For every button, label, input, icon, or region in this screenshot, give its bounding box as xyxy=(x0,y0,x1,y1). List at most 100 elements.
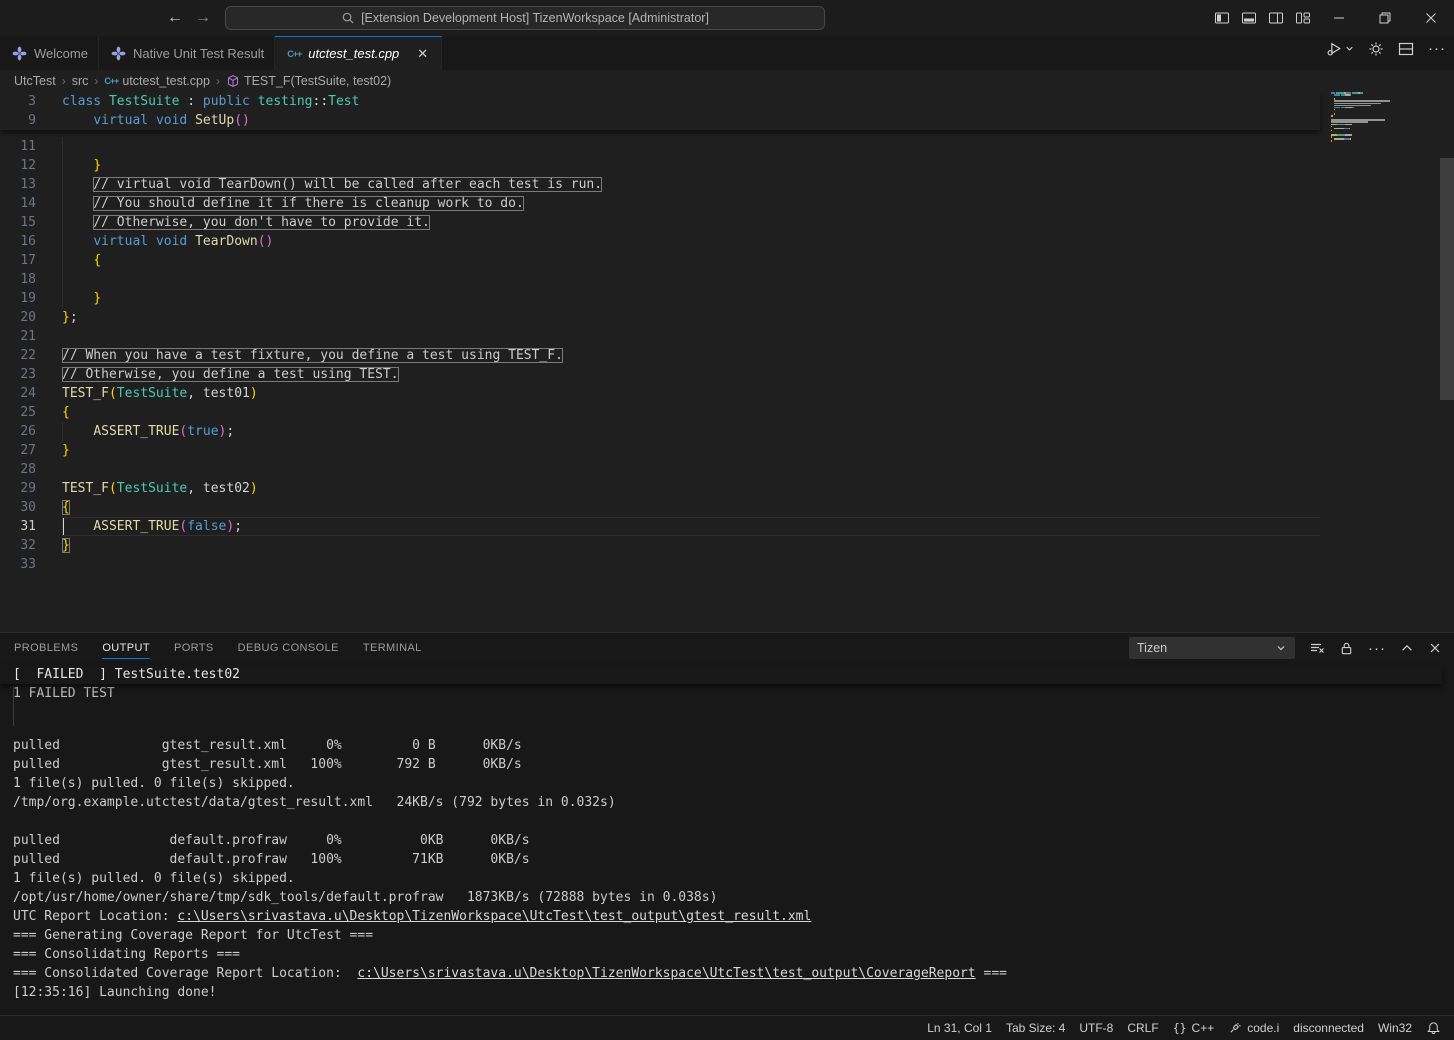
back-button[interactable]: ← xyxy=(163,7,187,29)
breadcrumb-project[interactable]: UtcTest xyxy=(14,74,56,88)
cpp-file-icon: C++ xyxy=(104,76,118,86)
status-item-tab-size-4[interactable]: Tab Size: 4 xyxy=(999,1017,1072,1039)
code-line[interactable]: 18 xyxy=(0,270,1320,289)
status-item-crlf[interactable]: CRLF xyxy=(1120,1017,1165,1039)
breadcrumb-symbol[interactable]: TEST_F(TestSuite, test02) xyxy=(226,74,391,88)
code-line[interactable]: 19 } xyxy=(0,289,1320,308)
code-line[interactable]: 13 // virtual void TearDown() will be ca… xyxy=(0,175,1320,194)
code-line[interactable]: 24TEST_F(TestSuite, test01) xyxy=(0,384,1320,403)
maximize-panel-icon[interactable] xyxy=(1400,641,1414,655)
code-line[interactable]: 27} xyxy=(0,441,1320,460)
output-text: UTC Report Location: xyxy=(13,909,177,924)
output-line: === Consolidating Reports === xyxy=(0,945,1442,964)
output-clipped-line: 1 FAILED TEST xyxy=(0,684,1442,697)
close-window-button[interactable] xyxy=(1408,0,1454,36)
code-editor[interactable]: 1112 }13 // virtual void TearDown() will… xyxy=(0,92,1454,632)
code-line[interactable]: 21 xyxy=(0,327,1320,346)
output-line: pulled default.profraw 100% 71KB 0KB/s xyxy=(0,850,1442,869)
panel-tab-output[interactable]: OUTPUT xyxy=(102,633,150,663)
code-line[interactable]: 29TEST_F(TestSuite, test02) xyxy=(0,479,1320,498)
code-line[interactable]: 9 virtual void SetUp() xyxy=(0,111,1320,130)
forward-button[interactable]: → xyxy=(191,7,215,29)
panel-actions: Tizen ··· xyxy=(1129,637,1442,659)
braces-icon: {} xyxy=(1173,1021,1187,1035)
run-or-debug-button[interactable] xyxy=(1326,40,1354,57)
minimap[interactable] xyxy=(1327,92,1400,632)
tab-label: utctest_test.cpp xyxy=(308,46,399,61)
sticky-scroll[interactable]: 3class TestSuite : public testing::Test9… xyxy=(0,92,1320,130)
line-number: 33 xyxy=(0,555,36,574)
close-panel-icon[interactable] xyxy=(1428,641,1442,655)
panel-tab-problems[interactable]: PROBLEMS xyxy=(14,633,78,663)
toggle-sidebar-right-icon[interactable] xyxy=(1262,0,1289,36)
output-console[interactable]: [ FAILED ] TestSuite.test02 1 FAILED TES… xyxy=(0,664,1454,1015)
code-text: virtual void SetUp() xyxy=(62,111,250,130)
status-item-utf-8[interactable]: UTF-8 xyxy=(1072,1017,1120,1039)
code-line[interactable]: 11 xyxy=(0,137,1320,156)
output-lines[interactable]: pulled gtest_result.xml 0% 0 B 0KB/spull… xyxy=(0,698,1442,1015)
panel-tab-debug-console[interactable]: DEBUG CONSOLE xyxy=(238,633,339,663)
editor-actions: ··· xyxy=(1326,40,1446,57)
breadcrumb-file[interactable]: C++ utctest_test.cpp xyxy=(104,74,210,88)
panel-tab-ports[interactable]: PORTS xyxy=(174,633,214,663)
code-text: // virtual void TearDown() will be calle… xyxy=(62,175,602,194)
toggle-panel-icon[interactable] xyxy=(1235,0,1262,36)
status-item-disconnected[interactable]: disconnected xyxy=(1286,1017,1371,1039)
breadcrumb-folder[interactable]: src xyxy=(72,74,89,88)
clear-output-icon[interactable] xyxy=(1309,640,1325,656)
command-center[interactable]: [Extension Development Host] TizenWorksp… xyxy=(225,6,825,30)
notifications-bell-icon[interactable] xyxy=(1419,1017,1448,1039)
code-text: // Otherwise, you define a test using TE… xyxy=(62,365,399,384)
output-link[interactable]: c:\Users\srivastava.u\Desktop\TizenWorks… xyxy=(357,966,975,981)
output-link[interactable]: c:\Users\srivastava.u\Desktop\TizenWorks… xyxy=(177,909,811,924)
more-actions-icon[interactable]: ··· xyxy=(1428,40,1446,57)
code-line[interactable]: 22 // When you have a test fixture, you d… xyxy=(0,346,1320,365)
status-item-c-[interactable]: {}C++ xyxy=(1166,1017,1222,1039)
code-text: ASSERT_TRUE(true); xyxy=(62,422,234,441)
code-line[interactable]: 15 // Otherwise, you don't have to provi… xyxy=(0,213,1320,232)
code-line[interactable]: 28 xyxy=(0,460,1320,479)
lock-icon[interactable] xyxy=(1339,641,1354,656)
code-line[interactable]: 33 xyxy=(0,555,1320,574)
code-line[interactable]: 20}; xyxy=(0,308,1320,327)
toggle-sidebar-left-icon[interactable] xyxy=(1208,0,1235,36)
tab-welcome[interactable]: Welcome xyxy=(0,36,99,70)
panel-more-actions-icon[interactable]: ··· xyxy=(1368,640,1386,657)
line-number: 28 xyxy=(0,460,36,479)
line-number: 15 xyxy=(0,213,36,232)
tab-utctest-test-cpp[interactable]: C++ utctest_test.cpp ✕ xyxy=(275,36,442,70)
minimize-button[interactable] xyxy=(1316,0,1362,36)
gear-icon[interactable] xyxy=(1368,41,1384,57)
restore-button[interactable] xyxy=(1362,0,1408,36)
code-line[interactable]: 25{ xyxy=(0,403,1320,422)
code-line[interactable]: 26 ASSERT_TRUE(true); xyxy=(0,422,1320,441)
code-line[interactable]: 16 virtual void TearDown() xyxy=(0,232,1320,251)
line-number: 24 xyxy=(0,384,36,403)
status-item-ln-31-col-1[interactable]: Ln 31, Col 1 xyxy=(920,1017,999,1039)
chevron-down-icon xyxy=(1275,642,1287,654)
code-text: }; xyxy=(62,308,78,327)
code-line[interactable]: 23// Otherwise, you define a test using … xyxy=(0,365,1320,384)
line-number: 22 xyxy=(0,346,36,365)
code-line[interactable]: 30{ xyxy=(0,498,1320,517)
output-channel-select[interactable]: Tizen xyxy=(1129,637,1295,659)
status-item-code-i[interactable]: code.i xyxy=(1221,1017,1286,1039)
plug-icon xyxy=(1228,1021,1242,1035)
close-tab-icon[interactable]: ✕ xyxy=(414,45,431,63)
code-line[interactable]: 12 } xyxy=(0,156,1320,175)
cpp-file-icon: C++ xyxy=(287,49,301,59)
code-line[interactable]: 3class TestSuite : public testing::Test xyxy=(0,92,1320,111)
split-editor-icon[interactable] xyxy=(1398,41,1414,57)
tab-native-unit-test-result[interactable]: Native Unit Test Result xyxy=(99,36,275,70)
customize-layout-icon[interactable] xyxy=(1289,0,1316,36)
panel-tab-terminal[interactable]: TERMINAL xyxy=(363,633,422,663)
code-line[interactable]: 32} xyxy=(0,536,1320,555)
code-line[interactable]: 17 { xyxy=(0,251,1320,270)
code-line[interactable]: 14 // You should define it if there is c… xyxy=(0,194,1320,213)
status-item-win32[interactable]: Win32 xyxy=(1371,1017,1419,1039)
search-icon xyxy=(341,11,355,25)
editor-scrollbar[interactable] xyxy=(1440,158,1454,400)
output-line: /tmp/org.example.utctest/data/gtest_resu… xyxy=(0,793,1442,812)
code-text: // When you have a test fixture, you def… xyxy=(62,346,563,365)
output-line: pulled default.profraw 0% 0KB 0KB/s xyxy=(0,831,1442,850)
